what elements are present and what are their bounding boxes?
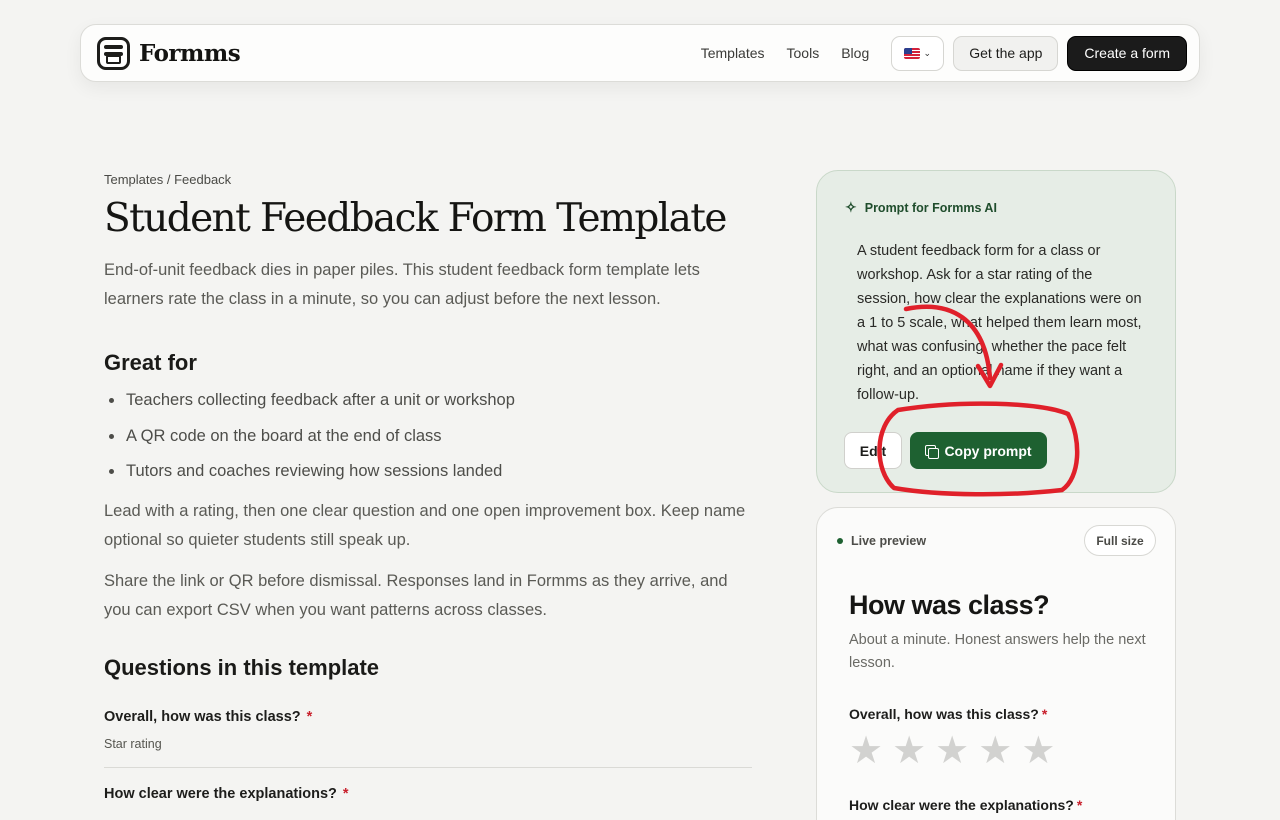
question-type: Star rating (104, 736, 162, 751)
intro-text: End-of-unit feedback dies in paper piles… (104, 261, 700, 308)
star-icon[interactable]: ★ (935, 730, 969, 772)
list-item: Tutors and coaches reviewing how session… (104, 461, 754, 481)
page-title: Student Feedback Form Template (104, 196, 727, 241)
breadcrumb: Templates / Feedback (104, 172, 754, 187)
body-paragraph: Share the link or QR before dismissal. R… (104, 571, 728, 619)
required-marker: * (1041, 706, 1048, 722)
star-icon[interactable]: ★ (1021, 730, 1055, 772)
great-for-list: Teachers collecting feedback after a uni… (104, 390, 754, 481)
nav-link-templates[interactable]: Templates (701, 45, 765, 61)
live-status-dot (837, 538, 843, 544)
formms-logo-icon (97, 36, 130, 70)
star-icon[interactable]: ★ (892, 730, 926, 772)
star-rating-input: ★ ★ ★ ★ ★ (849, 730, 1055, 772)
brand[interactable]: Formms (97, 36, 241, 70)
us-flag-icon (904, 47, 921, 59)
nav-links: Templates Tools Blog ⌄ Get the app Creat… (701, 35, 1187, 71)
live-preview-label: Live preview (837, 534, 926, 548)
preview-question-2: How clear were the explanations? * (849, 797, 1083, 813)
full-size-button[interactable]: Full size (1084, 525, 1156, 556)
breadcrumb-separator: / (163, 172, 175, 187)
required-marker: * (1076, 797, 1083, 813)
question-item: Overall, how was this class? * Star ratin… (104, 709, 752, 768)
breadcrumb-feedback[interactable]: Feedback (174, 172, 231, 187)
star-icon[interactable]: ★ (978, 730, 1012, 772)
list-item: Teachers collecting feedback after a uni… (104, 390, 754, 410)
required-marker: * (306, 708, 313, 725)
nav-link-tools[interactable]: Tools (787, 45, 820, 61)
edit-prompt-button[interactable]: Edit (844, 432, 902, 469)
copy-prompt-button[interactable]: Copy prompt (910, 432, 1047, 469)
copy-prompt-label: Copy prompt (944, 442, 1032, 459)
required-marker: * (342, 785, 349, 802)
question-title: Overall, how was this class? * (104, 708, 313, 725)
preview-form-title: How was class? (849, 590, 1050, 620)
ai-prompt-card: ✧ Prompt for Formms AI A student feedbac… (816, 170, 1176, 493)
prompt-heading-label: Prompt for Formms AI (864, 200, 997, 215)
prompt-text: A student feedback form for a class or w… (857, 243, 1142, 403)
create-form-button[interactable]: Create a form (1067, 35, 1187, 71)
star-icon[interactable]: ★ (849, 730, 883, 772)
copy-icon (925, 445, 940, 459)
great-for-heading: Great for (104, 350, 197, 375)
live-preview-card: Live preview Full size How was class? Ab… (816, 507, 1176, 820)
top-nav: Formms Templates Tools Blog ⌄ Get the ap… (80, 24, 1200, 82)
breadcrumb-templates[interactable]: Templates (104, 172, 163, 187)
list-item: A QR code on the board at the end of cla… (104, 426, 754, 446)
template-content: Templates / Feedback Student Feedback Fo… (104, 172, 754, 820)
chevron-down-icon: ⌄ (923, 47, 931, 58)
questions-heading: Questions in this template (104, 654, 380, 680)
language-selector[interactable]: ⌄ (891, 35, 945, 71)
sparkle-icon: ✧ (845, 199, 857, 215)
preview-question-1: Overall, how was this class? * (849, 706, 1048, 722)
question-item: How clear were the explanations? * (104, 786, 752, 820)
brand-name: Formms (139, 39, 241, 67)
get-app-button[interactable]: Get the app (953, 35, 1059, 71)
preview-form-subtitle: About a minute. Honest answers help the … (849, 632, 1146, 671)
body-paragraph: Lead with a rating, then one clear quest… (104, 501, 746, 549)
question-title: How clear were the explanations? * (104, 785, 349, 802)
prompt-heading: ✧ Prompt for Formms AI (845, 199, 997, 216)
nav-link-blog[interactable]: Blog (841, 45, 869, 61)
